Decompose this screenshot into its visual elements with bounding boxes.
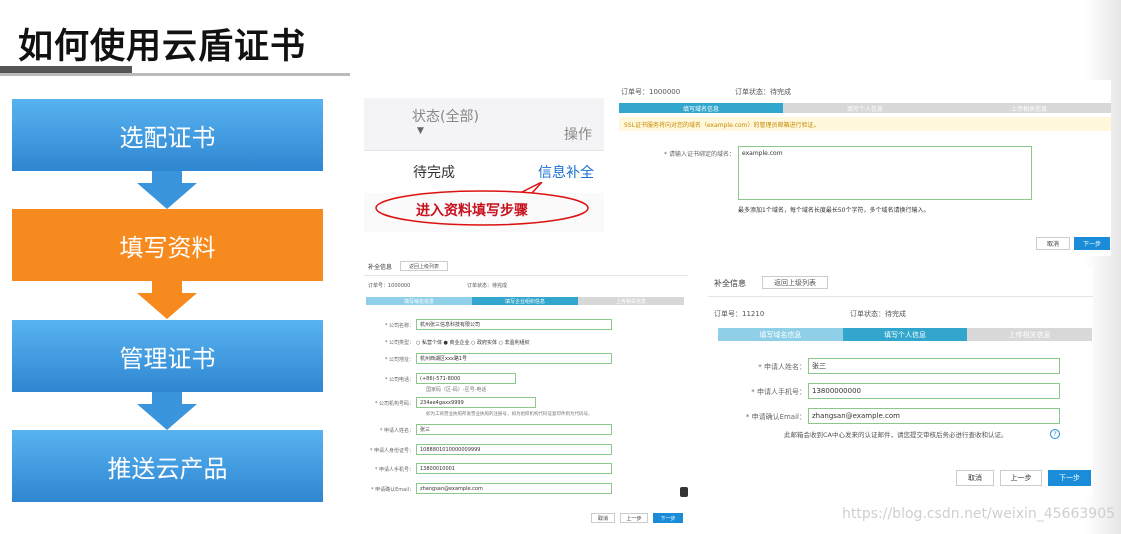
progress-steps: 填写域名信息 填写企业组织信息 上传相关信息 (366, 297, 684, 305)
order-status: 订单状态：待完成 (735, 88, 791, 96)
status-filter[interactable]: 状态(全部) (412, 106, 479, 126)
field-label: * 申请人身份证号： (369, 448, 414, 454)
company-address-input[interactable]: 杭州西湖区xxx路1号 (416, 353, 612, 364)
cancel-button[interactable]: 取消 (956, 470, 994, 486)
action-header: 操作 (564, 127, 592, 143)
prev-button[interactable]: 上一步 (1000, 470, 1042, 486)
progress-step: 上传相关信息 (967, 328, 1093, 341)
back-to-list-button[interactable]: 返回上级列表 (400, 261, 448, 271)
progress-step: 上传相关信息 (578, 297, 684, 305)
panel-header: 补全信息 (368, 264, 393, 271)
progress-step-active: 填写个人信息 (842, 328, 968, 341)
personal-info-panel: 补全信息 返回上级列表 订单号：11210 订单状态：待完成 填写域名信息 填写… (708, 268, 1093, 496)
scroll-handle-icon[interactable] (680, 487, 688, 497)
domain-textarea[interactable]: example.com (738, 146, 1032, 200)
field-label: * 申请人姓名： (758, 363, 806, 371)
domain-hint: 最多添加1个域名，每个域名长度最长50个字符，多个域名请换行输入。 (738, 207, 930, 214)
progress-step: 上传相关信息 (947, 103, 1111, 113)
notice-banner: SSL证书服务将向对您的域名（example.com）的管理员邮箱进行验证。 (619, 117, 1111, 131)
complete-info-link[interactable]: 信息补全 (538, 162, 594, 182)
step-label: 选配证书 (119, 123, 216, 152)
applicant-id-input[interactable]: 1088801010000009999 (416, 444, 612, 455)
title-underline-light (0, 73, 350, 76)
next-button[interactable]: 下一步 (1048, 470, 1091, 486)
org-hint: 如为工商营业执照所发营业执照的注册号，如为组织机构代码证复印件则为代码号。 (426, 412, 593, 417)
order-status: 订单状态：待完成 (467, 283, 508, 289)
next-button[interactable]: 下一步 (653, 513, 683, 523)
company-type-radios[interactable]: ○ 私营个体 ● 商业企业 ○ 政府实体 ○ 非盈利组织 (416, 339, 530, 346)
step-push-cloud-product: 推送云产品 (12, 430, 323, 502)
divider (364, 275, 688, 276)
cancel-button[interactable]: 取消 (591, 513, 615, 523)
callout-text: 进入资料填写步骤 (416, 203, 528, 219)
applicant-phone-input[interactable]: 13800010001 (416, 463, 612, 474)
progress-step-active: 填写域名信息 (619, 103, 783, 113)
next-button[interactable]: 下一步 (1074, 237, 1110, 250)
prev-button[interactable]: 上一步 (620, 513, 648, 523)
company-info-panel: 补全信息 返回上级列表 订单号：1000000 订单状态：待完成 填写域名信息 … (364, 258, 688, 528)
caret-down-icon[interactable]: ▼ (417, 126, 424, 136)
cancel-button[interactable]: 取消 (1036, 237, 1070, 250)
field-label: * 公司地址： (384, 357, 414, 363)
step-manage-certificate: 管理证书 (12, 320, 323, 392)
arrow-down-icon (137, 171, 197, 209)
order-number: 订单号：1000000 (621, 88, 681, 96)
field-label: * 公司类型： (384, 340, 414, 346)
field-label: * 申请确认Email： (371, 487, 414, 493)
applicant-email-input[interactable]: zhangsan@example.com (808, 408, 1060, 424)
applicant-name-input[interactable]: 张三 (416, 424, 612, 435)
field-label: * 公司名称： (384, 323, 414, 329)
field-label: * 公司机构号码： (374, 401, 414, 407)
divider (708, 296, 1093, 297)
field-label: * 申请人手机号： (374, 467, 414, 473)
order-number: 订单号：1000000 (368, 283, 411, 289)
progress-steps: 填写域名信息 填写个人信息 上传相关信息 (718, 328, 1093, 341)
progress-steps: 填写域名信息 填写个人信息 上传相关信息 (619, 103, 1111, 113)
field-label: * 申请人姓名： (379, 428, 414, 434)
progress-step-active: 填写企业组织信息 (472, 297, 578, 305)
progress-step: 填写个人信息 (783, 103, 947, 113)
domain-field-label: * 请输入证书绑定的域名： (664, 151, 735, 158)
applicant-name-input[interactable]: 张三 (808, 358, 1060, 374)
order-number: 订单号：11210 (714, 310, 765, 318)
arrow-down-icon (137, 392, 197, 430)
slide-title: 如何使用云盾证书 (18, 27, 307, 67)
step-fill-info: 填写资料 (12, 209, 323, 281)
applicant-phone-input[interactable]: 13800000000 (808, 383, 1060, 399)
step-label: 管理证书 (119, 344, 216, 373)
help-icon[interactable]: ? (1050, 429, 1060, 439)
step-label: 推送云产品 (107, 454, 228, 483)
field-label: * 申请确认Email： (745, 413, 806, 421)
step-label: 填写资料 (119, 233, 216, 262)
row-status: 待完成 (413, 165, 455, 181)
progress-step-done: 填写域名信息 (366, 297, 472, 305)
org-number-input[interactable]: 234ae4gaxx9999 (416, 397, 536, 408)
applicant-email-input[interactable]: zhangsan@example.com (416, 483, 612, 494)
company-phone-input[interactable]: (+86)-571-8000 (416, 373, 516, 384)
email-hint: 此邮箱会收到CA中心发来的认证邮件，请您提交审核后务必进行查收和认证。 (784, 431, 1008, 439)
panel-header: 补全信息 (714, 279, 746, 288)
company-name-input[interactable]: 杭州张三信息科技有限公司 (416, 319, 612, 330)
back-to-list-button[interactable]: 返回上级列表 (762, 276, 828, 289)
arrow-down-icon (137, 281, 197, 319)
step-select-certificate: 选配证书 (12, 99, 323, 171)
watermark: https://blog.csdn.net/weixin_45663905 (842, 506, 1116, 522)
domain-info-panel: 订单号：1000000 订单状态：待完成 填写域名信息 填写个人信息 上传相关信… (613, 80, 1111, 256)
phone-hint: 国家码（区-码）-区号-电话 (426, 387, 487, 393)
field-label: * 公司电话： (384, 377, 414, 383)
progress-step-done: 填写域名信息 (718, 328, 843, 341)
field-label: * 申请人手机号： (751, 388, 806, 396)
order-table-screenshot: 状态(全部) ▼ 操作 待完成 信息补全 进入资料填写步骤 (364, 98, 604, 232)
order-status: 订单状态：待完成 (850, 310, 906, 318)
